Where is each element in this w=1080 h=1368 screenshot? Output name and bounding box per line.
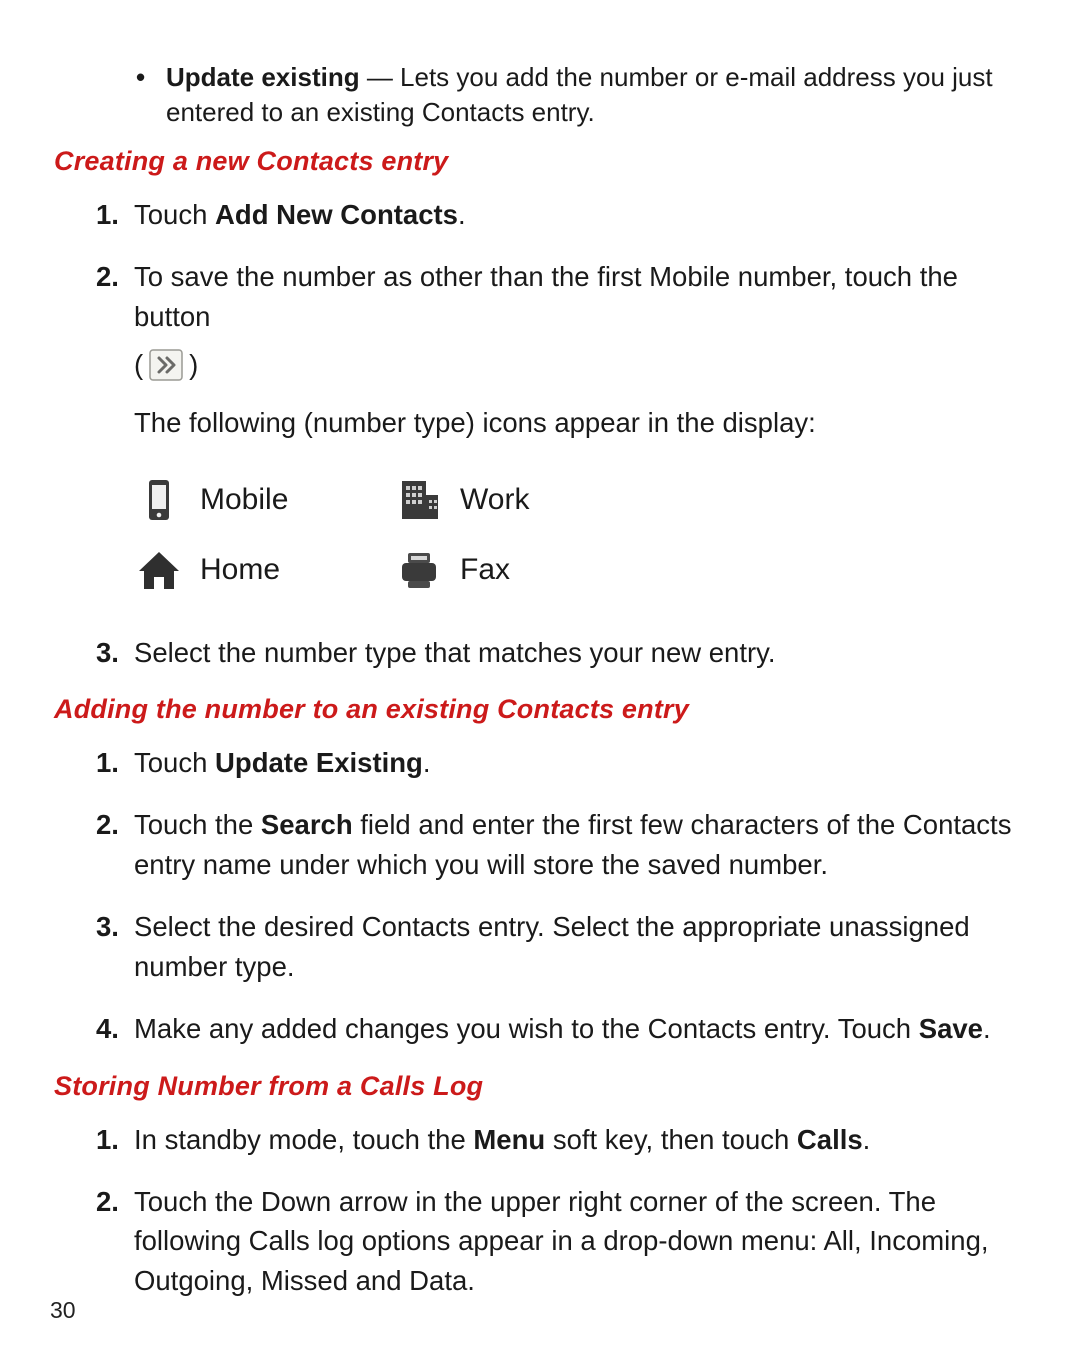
page-number: 30 (50, 1297, 76, 1324)
step-number: 3. (96, 633, 134, 673)
paren-close: ) (189, 345, 198, 385)
text: The following (number type) icons appear… (134, 403, 1026, 443)
step-body: Select the desired Contacts entry. Selec… (134, 907, 1026, 987)
step-body: In standby mode, touch the Menu soft key… (134, 1120, 1026, 1160)
heading-creating-new-contacts: Creating a new Contacts entry (54, 146, 1026, 177)
step-body: Touch the Down arrow in the upper right … (134, 1182, 1026, 1302)
number-type-icon-grid: Mobile Work (136, 465, 1026, 605)
icon-label: Fax (460, 553, 510, 587)
text: soft key, then touch (545, 1124, 797, 1155)
step-number: 3. (96, 907, 134, 987)
step-number: 1. (96, 743, 134, 783)
step-number: 2. (96, 1182, 134, 1302)
icon-row: Mobile Work (136, 465, 1026, 535)
text-bold: Menu (473, 1124, 545, 1155)
text-bold: Update Existing (215, 747, 423, 778)
icon-label: Mobile (200, 483, 288, 517)
bullet-text: Update existing — Lets you add the numbe… (166, 60, 1026, 130)
step-body: Touch Add New Contacts. (134, 195, 1026, 235)
icon-label: Work (460, 483, 529, 517)
text-bold: Search (261, 809, 353, 840)
step-number: 2. (96, 257, 134, 443)
next-icon (149, 349, 183, 381)
icon-label: Home (200, 553, 280, 587)
step-body: Touch the Search field and enter the fir… (134, 805, 1026, 885)
text: To save the number as other than the fir… (134, 257, 1026, 337)
text-bold: Calls (797, 1124, 863, 1155)
icon-cell-fax: Fax (396, 547, 510, 593)
icon-cell-work: Work (396, 477, 529, 523)
step-item: 1. In standby mode, touch the Menu soft … (96, 1120, 1026, 1160)
step-body: Select the number type that matches your… (134, 633, 1026, 673)
text: Touch the (134, 809, 261, 840)
step-body: To save the number as other than the fir… (134, 257, 1026, 443)
step-item: 1. Touch Update Existing. (96, 743, 1026, 783)
text-bold: Add New Contacts (215, 199, 458, 230)
heading-storing-number-calls-log: Storing Number from a Calls Log (54, 1071, 1026, 1102)
text: . (983, 1013, 991, 1044)
steps-adding-number-existing: 1. Touch Update Existing. 2. Touch the S… (54, 743, 1026, 1048)
paren-open: ( (134, 345, 143, 385)
icon-cell-home: Home (136, 547, 396, 593)
mobile-icon (136, 477, 182, 523)
bullet-lead: Update existing (166, 62, 360, 92)
inline-button-graphic: ( ) (134, 345, 198, 385)
fax-icon (396, 547, 442, 593)
bullet-item: • Update existing — Lets you add the num… (136, 60, 1026, 130)
steps-creating-new-contacts-cont: 3. Select the number type that matches y… (54, 633, 1026, 673)
step-body: Touch Update Existing. (134, 743, 1026, 783)
text-bold: Save (919, 1013, 983, 1044)
text: . (863, 1124, 871, 1155)
text: Make any added changes you wish to the C… (134, 1013, 919, 1044)
step-item: 2. To save the number as other than the … (96, 257, 1026, 443)
bullet-marker: • (136, 60, 166, 130)
home-icon (136, 547, 182, 593)
text: . (458, 199, 466, 230)
icon-row: Home Fax (136, 535, 1026, 605)
step-number: 1. (96, 1120, 134, 1160)
step-number: 2. (96, 805, 134, 885)
step-body: Make any added changes you wish to the C… (134, 1009, 1026, 1049)
text: Touch (134, 199, 215, 230)
step-item: 4. Make any added changes you wish to th… (96, 1009, 1026, 1049)
steps-creating-new-contacts: 1. Touch Add New Contacts. 2. To save th… (54, 195, 1026, 442)
step-number: 1. (96, 195, 134, 235)
step-item: 1. Touch Add New Contacts. (96, 195, 1026, 235)
text: Touch (134, 747, 215, 778)
step-item: 2. Touch the Search field and enter the … (96, 805, 1026, 885)
steps-storing-number-calls-log: 1. In standby mode, touch the Menu soft … (54, 1120, 1026, 1302)
heading-adding-number-existing: Adding the number to an existing Contact… (54, 694, 1026, 725)
text: . (423, 747, 431, 778)
step-item: 3. Select the number type that matches y… (96, 633, 1026, 673)
step-number: 4. (96, 1009, 134, 1049)
icon-cell-mobile: Mobile (136, 477, 396, 523)
work-icon (396, 477, 442, 523)
step-item: 2. Touch the Down arrow in the upper rig… (96, 1182, 1026, 1302)
step-item: 3. Select the desired Contacts entry. Se… (96, 907, 1026, 987)
text: In standby mode, touch the (134, 1124, 473, 1155)
